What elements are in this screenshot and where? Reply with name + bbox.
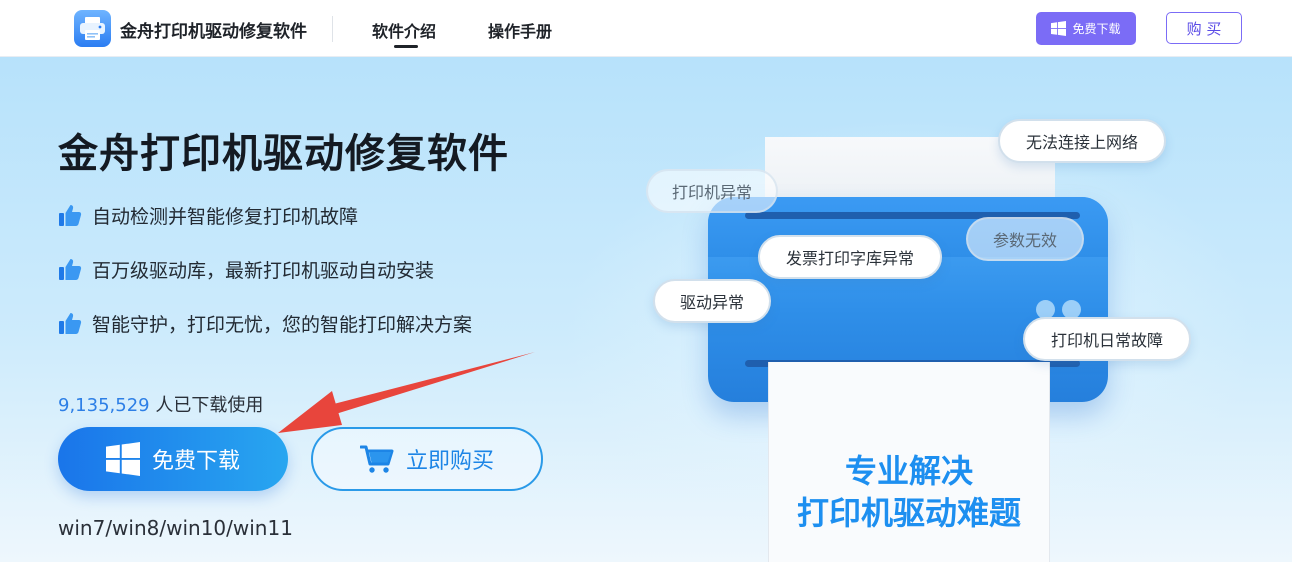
printer-illustration: 专业解决 打印机驱动难题 无法连接上网络 打印机异常 参数无效 发票打印字库异常… xyxy=(640,117,1200,562)
printer-icon[interactable] xyxy=(74,10,111,47)
thumbs-up-icon xyxy=(59,259,82,280)
feature-text: 百万级驱动库，最新打印机驱动自动安装 xyxy=(92,259,435,282)
issue-bubble: 发票打印字库异常 xyxy=(758,235,942,279)
nav-link-manual[interactable]: 操作手册 xyxy=(488,18,552,42)
download-count-line: 9,135,529 人已下载使用 xyxy=(58,391,263,417)
nav-link-intro[interactable]: 软件介绍 xyxy=(372,18,436,42)
issue-bubble: 驱动异常 xyxy=(653,279,771,323)
feature-item: 智能守护，打印无忧，您的智能打印解决方案 xyxy=(58,310,472,336)
top-nav: 金舟打印机驱动修复软件 软件介绍 操作手册 免费下载 购 买 xyxy=(0,0,1292,57)
nav-download-button[interactable]: 免费下载 xyxy=(1036,12,1136,45)
issue-bubble: 参数无效 xyxy=(966,217,1084,261)
hero-title: 金舟打印机驱动修复软件 xyxy=(58,131,509,177)
feature-item: 百万级驱动库，最新打印机驱动自动安装 xyxy=(58,256,434,282)
thumbs-up-icon xyxy=(59,205,82,226)
feature-text: 自动检测并智能修复打印机故障 xyxy=(92,205,359,228)
buy-now-label: 立即购买 xyxy=(405,449,494,474)
nav-buy-button[interactable]: 购 买 xyxy=(1166,12,1242,44)
download-button[interactable]: 免费下载 xyxy=(58,427,288,491)
windows-icon xyxy=(1051,21,1067,36)
cart-icon xyxy=(359,445,394,473)
nav-active-indicator xyxy=(394,45,418,48)
nav-download-label: 免费下载 xyxy=(1072,22,1121,36)
brand-name[interactable]: 金舟打印机驱动修复软件 xyxy=(120,17,307,42)
hero-section: 金舟打印机驱动修复软件 自动检测并智能修复打印机故障 百万级驱动库，最新打印机驱… xyxy=(0,57,1292,562)
os-support: win7/win8/win10/win11 xyxy=(58,516,293,540)
feature-text: 智能守护，打印无忧，您的智能打印解决方案 xyxy=(92,313,473,336)
issue-bubble: 打印机日常故障 xyxy=(1023,317,1191,361)
thumbs-up-icon xyxy=(59,313,82,334)
download-count: 9,135,529 xyxy=(58,395,150,416)
download-button-label: 免费下载 xyxy=(151,449,240,474)
issue-bubble: 打印机异常 xyxy=(646,169,778,213)
paper-line-1: 专业解决 xyxy=(844,452,973,490)
issue-bubble: 无法连接上网络 xyxy=(998,119,1166,163)
paper-headline: 专业解决 打印机驱动难题 xyxy=(768,450,1050,534)
paper-line-2: 打印机驱动难题 xyxy=(796,494,1021,532)
feature-item: 自动检测并智能修复打印机故障 xyxy=(58,202,358,228)
annotation-arrow-icon xyxy=(278,352,535,433)
nav-divider xyxy=(332,16,333,42)
windows-icon xyxy=(105,442,140,476)
download-count-suffix: 人已下载使用 xyxy=(149,395,264,416)
